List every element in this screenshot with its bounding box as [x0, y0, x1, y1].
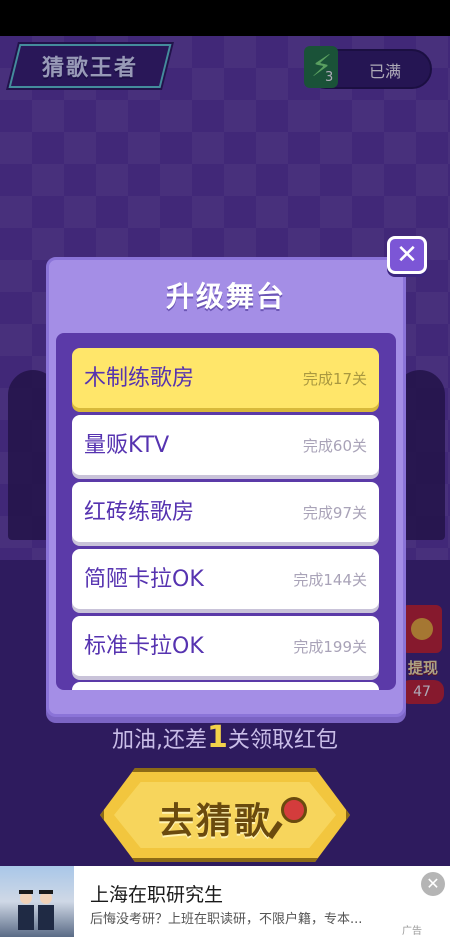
stage-item-requirement: 完成144关 [293, 571, 367, 589]
status-bar [0, 0, 450, 36]
progress-unit: 关 [227, 728, 250, 753]
stage-item-requirement: 完成199关 [293, 638, 367, 656]
dialog-title: 升级舞台 [165, 280, 286, 313]
ad-tag: 广告 [402, 926, 422, 937]
ad-close-button[interactable]: ✕ [421, 872, 445, 896]
ad-description[interactable]: 后悔没考研？上班在职读研，不限户籍，专本... [90, 908, 410, 927]
stage-item-partial[interactable] [72, 682, 379, 690]
close-button[interactable]: ✕ [387, 236, 427, 274]
stage-item-name: 简陋卡拉OK [84, 567, 204, 592]
progress-text: 加油,还差1关领取红包 [0, 720, 450, 755]
stage-item-requirement: 完成60关 [302, 437, 367, 455]
stage-item-ktv[interactable]: 量贩KTV 完成60关 [72, 415, 379, 475]
close-icon: ✕ [396, 240, 418, 270]
progress-prefix: 加油,还差 [112, 728, 208, 753]
ad-title[interactable]: 上海在职研究生 [90, 880, 223, 907]
stage-item-simple-karaoke[interactable]: 简陋卡拉OK 完成144关 [72, 549, 379, 609]
progress-number: 1 [207, 720, 228, 755]
graduates-icon [18, 890, 54, 930]
stage-item-name: 红砖练歌房 [84, 500, 195, 525]
stage-item-brick-room[interactable]: 红砖练歌房 完成97关 [72, 482, 379, 542]
stage-item-name: 木制练歌房 [84, 366, 195, 391]
stage-item-wooden-room[interactable]: 木制练歌房 完成17关 [72, 348, 379, 408]
progress-suffix: 领取红包 [249, 728, 338, 753]
ad-banner[interactable]: 上海在职研究生 后悔没考研？上班在职读研，不限户籍，专本... [0, 866, 450, 937]
stage-item-requirement: 完成97关 [302, 504, 367, 522]
stage-item-name: 量贩KTV [84, 433, 170, 458]
guess-song-label[interactable]: 去猜歌 [145, 792, 285, 844]
close-icon: ✕ [426, 874, 440, 893]
stage-item-standard-karaoke[interactable]: 标准卡拉OK 完成199关 [72, 616, 379, 676]
stage-item-requirement: 完成17关 [302, 370, 367, 388]
microphone-icon [281, 797, 307, 823]
ad-thumbnail[interactable] [0, 866, 74, 937]
stage-item-name: 标准卡拉OK [84, 634, 204, 659]
game-screen: 猜歌王者 ⚡ 3 已满 提现 47 升级舞台 木制练歌房 完成17关 量贩KTV… [0, 0, 450, 937]
